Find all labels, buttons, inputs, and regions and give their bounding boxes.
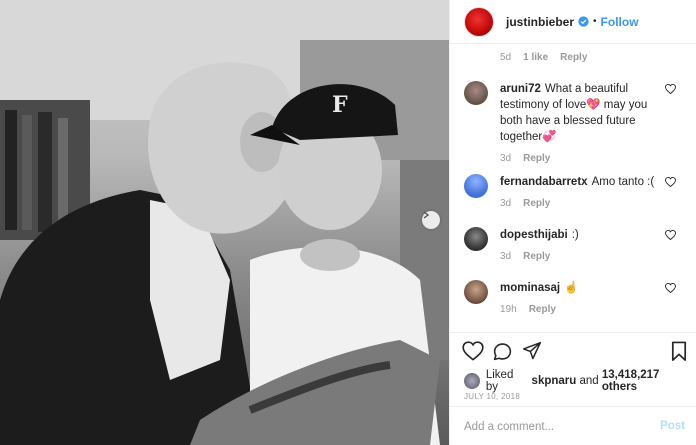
caption-meta: 5d 1 like Reply xyxy=(500,52,599,63)
comment-reply-button[interactable]: Reply xyxy=(523,198,550,209)
comment-item: dopesthijabi:) 3d Reply xyxy=(464,227,692,262)
chevron-right-icon xyxy=(423,211,430,219)
post-comment-button[interactable]: Post xyxy=(660,420,685,432)
comment-meta: 3d Reply xyxy=(500,198,692,209)
instagram-post: F justinbieber • Follow 5d 1 like Reply … xyxy=(0,0,696,445)
like-comment-heart-icon[interactable] xyxy=(665,83,676,97)
likes-count-link[interactable]: 13,418,217 others xyxy=(602,369,696,393)
comment-body: mominasaj ☝ xyxy=(500,280,670,296)
comment-time: 3d xyxy=(500,251,512,262)
comment-item: aruni72 What a beautiful testimony of lov… xyxy=(464,81,692,164)
comment-item: fernandabarretx Amo tanto :( 3d Reply xyxy=(464,174,692,209)
comment-item: mominasaj ☝ 19h Reply xyxy=(464,280,692,315)
post-side-panel: justinbieber • Follow 5d 1 like Reply ar… xyxy=(449,0,696,445)
like-comment-heart-icon[interactable] xyxy=(665,282,676,296)
comments-list[interactable]: 5d 1 like Reply aruni72 What a beautiful … xyxy=(450,44,696,332)
like-heart-icon[interactable] xyxy=(462,341,484,364)
comment-body: fernandabarretx Amo tanto :( xyxy=(500,174,670,190)
author-username[interactable]: justinbieber xyxy=(506,15,574,29)
comment-time: 19h xyxy=(500,304,517,315)
commenter-username[interactable]: mominasaj xyxy=(500,282,560,294)
liked-by-prefix: Liked by xyxy=(485,369,514,393)
post-header: justinbieber • Follow xyxy=(450,0,696,44)
liked-by-and: and xyxy=(579,375,599,387)
comment-body: dopesthijabi:) xyxy=(500,227,670,243)
action-icons-row xyxy=(462,341,689,365)
post-actions: Liked by skpnaru and 13,418,217 others J… xyxy=(450,332,696,445)
caption-reply-button[interactable]: Reply xyxy=(560,52,587,63)
comment-text: :) xyxy=(571,229,579,241)
comment-time: 3d xyxy=(500,198,512,209)
like-comment-heart-icon[interactable] xyxy=(665,229,676,243)
next-photo-button[interactable] xyxy=(422,211,440,229)
comment-time: 3d xyxy=(500,153,512,164)
author-avatar[interactable] xyxy=(464,6,494,37)
separator-dot: • xyxy=(593,16,597,27)
like-comment-heart-icon[interactable] xyxy=(665,176,676,190)
follow-button[interactable]: Follow xyxy=(601,15,639,29)
post-date: JULY 10, 2018 xyxy=(464,392,521,401)
caption-time: 5d xyxy=(500,52,512,63)
caption-likes[interactable]: 1 like xyxy=(523,52,548,63)
photo-illustration: F xyxy=(0,0,449,445)
liker-avatar[interactable] xyxy=(464,373,480,389)
comment-meta: 3d Reply xyxy=(500,251,692,262)
comment-meta: 19h Reply xyxy=(500,304,692,315)
commenter-username[interactable]: dopesthijabi xyxy=(500,229,568,241)
comment-reply-button[interactable]: Reply xyxy=(523,251,550,262)
commenter-username[interactable]: fernandabarretx xyxy=(500,176,588,188)
comment-text: Amo tanto :( xyxy=(591,176,655,188)
commenter-avatar[interactable] xyxy=(464,174,488,198)
comment-reply-button[interactable]: Reply xyxy=(529,304,556,315)
commenter-username[interactable]: aruni72 xyxy=(500,83,541,95)
post-photo[interactable]: F xyxy=(0,0,449,445)
liker-username[interactable]: skpnaru xyxy=(532,375,577,387)
comment-text: ☝ xyxy=(564,282,579,294)
commenter-avatar[interactable] xyxy=(464,81,488,105)
comment-bubble-icon[interactable] xyxy=(492,341,513,365)
commenter-avatar[interactable] xyxy=(464,227,488,251)
verified-badge-icon xyxy=(578,16,589,27)
save-bookmark-icon[interactable] xyxy=(671,341,687,365)
add-comment-bar: Post xyxy=(450,406,696,445)
add-comment-input[interactable] xyxy=(464,418,644,436)
commenter-avatar[interactable] xyxy=(464,280,488,304)
share-paper-plane-icon[interactable] xyxy=(522,341,542,364)
svg-text:F: F xyxy=(332,92,348,118)
comment-reply-button[interactable]: Reply xyxy=(523,153,550,164)
comment-body: aruni72 What a beautiful testimony of lov… xyxy=(500,81,670,145)
comment-meta: 3d Reply xyxy=(500,153,692,164)
liked-by-summary: Liked by skpnaru and 13,418,217 others xyxy=(464,369,696,393)
